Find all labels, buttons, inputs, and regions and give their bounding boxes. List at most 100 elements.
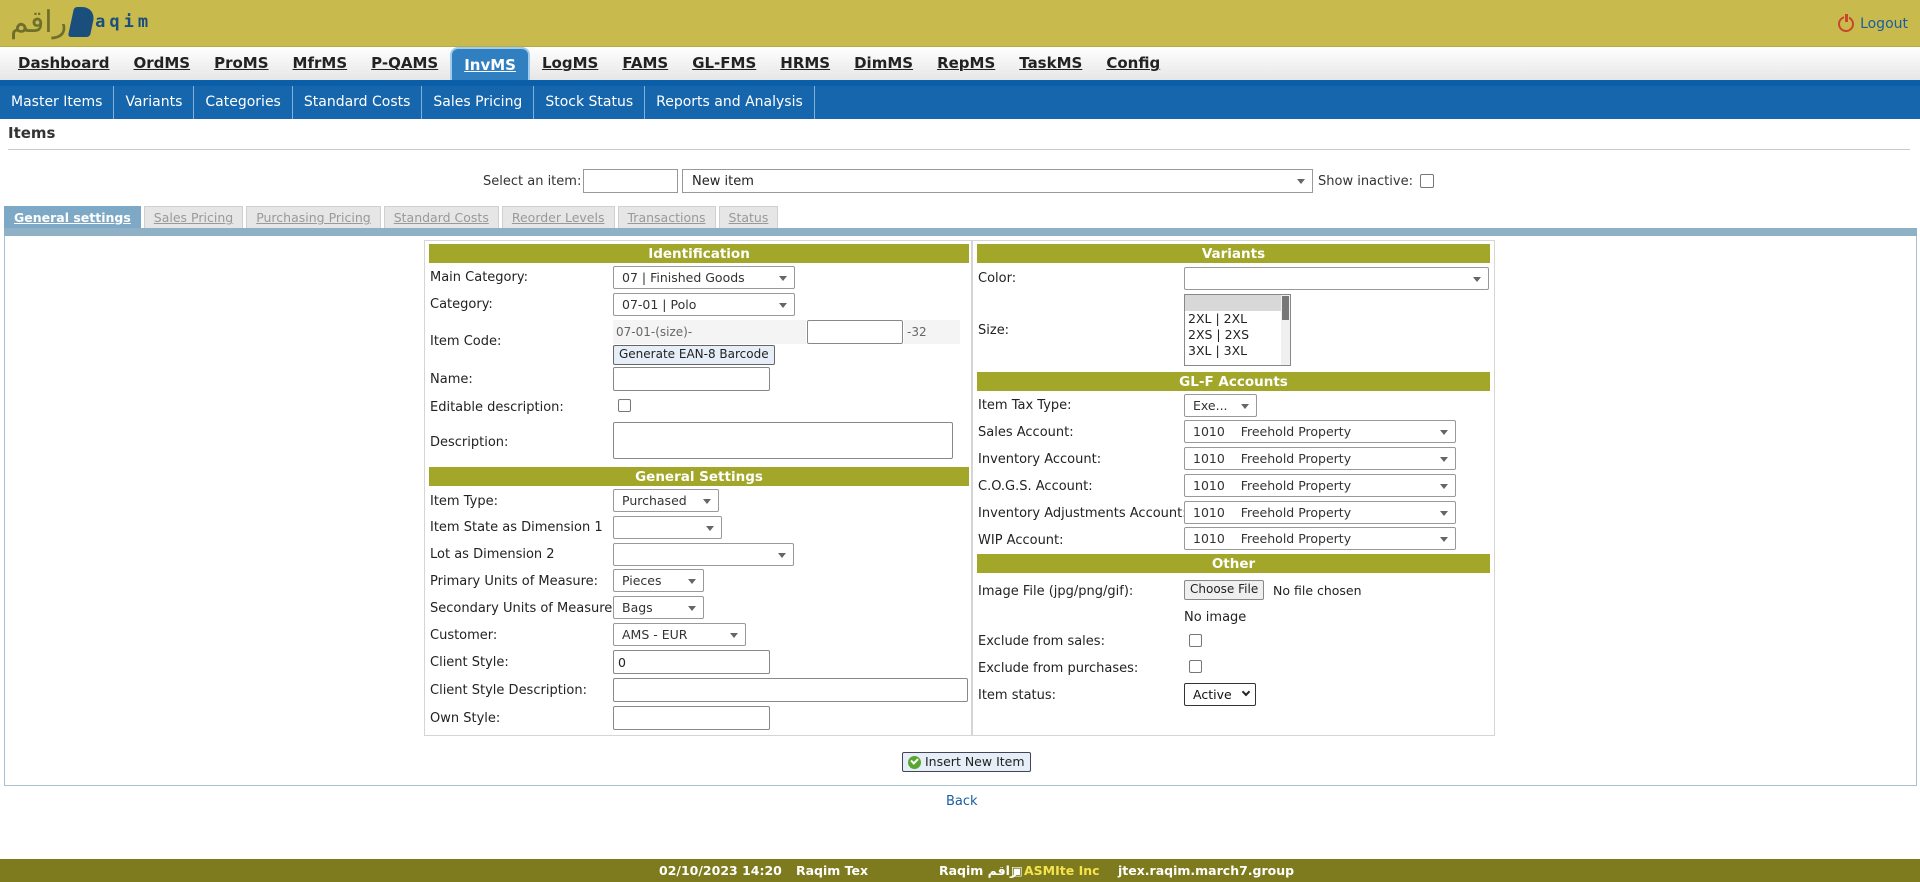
insert-new-item-button[interactable]: Insert New Item bbox=[902, 752, 1031, 772]
item-code-input[interactable] bbox=[807, 320, 903, 344]
tab-reorder-levels[interactable]: Reorder Levels bbox=[501, 206, 615, 228]
logo-latin: aqim bbox=[95, 12, 153, 32]
logout-link[interactable]: Logout bbox=[1838, 13, 1908, 32]
category-select[interactable]: 07-01 | Polo bbox=[613, 293, 795, 316]
wip-account-select[interactable]: 1010 Freehold Property bbox=[1184, 527, 1456, 550]
description-label: Description: bbox=[430, 435, 509, 450]
adjustments-account-select[interactable]: 1010 Freehold Property bbox=[1184, 501, 1456, 524]
image-file-label: Image File (jpg/png/gif): bbox=[978, 584, 1134, 599]
nav-dashboard[interactable]: Dashboard bbox=[6, 47, 121, 80]
tax-type-select[interactable]: Exe... bbox=[1184, 394, 1257, 417]
description-textarea[interactable] bbox=[613, 422, 953, 459]
primary-uom-value: Pieces bbox=[622, 573, 662, 588]
secondary-uom-value: Bags bbox=[622, 600, 653, 615]
nav-proms[interactable]: ProMS bbox=[202, 47, 280, 80]
item-select-dropdown[interactable]: New item bbox=[682, 169, 1313, 193]
nav-dimms[interactable]: DimMS bbox=[842, 47, 925, 80]
nav-mfrms[interactable]: MfrMS bbox=[281, 47, 360, 80]
own-style-input[interactable] bbox=[613, 706, 770, 730]
chevron-down-icon bbox=[703, 499, 711, 504]
nav-taskms[interactable]: TaskMS bbox=[1007, 47, 1094, 80]
insert-new-item-label: Insert New Item bbox=[925, 754, 1025, 769]
item-select-value: New item bbox=[692, 174, 754, 189]
client-style-label: Client Style: bbox=[430, 655, 509, 670]
chevron-down-icon bbox=[1440, 484, 1448, 489]
generate-barcode-button[interactable]: Generate EAN-8 Barcode bbox=[613, 345, 775, 365]
nav-config[interactable]: Config bbox=[1094, 47, 1172, 80]
subnav-stock-status[interactable]: Stock Status bbox=[534, 86, 646, 119]
tab-purchasing-pricing[interactable]: Purchasing Pricing bbox=[246, 206, 381, 228]
name-input[interactable] bbox=[613, 367, 770, 391]
size-option[interactable]: 2XL | 2XL bbox=[1185, 311, 1290, 327]
main-category-select[interactable]: 07 | Finished Goods bbox=[613, 266, 795, 289]
chevron-down-icon bbox=[706, 526, 714, 531]
client-style-description-input[interactable] bbox=[613, 678, 968, 702]
subnav-reports[interactable]: Reports and Analysis bbox=[645, 86, 815, 119]
subnav-sales-pricing[interactable]: Sales Pricing bbox=[422, 86, 535, 119]
chevron-down-icon bbox=[688, 606, 696, 611]
customer-label: Customer: bbox=[430, 628, 498, 643]
exclude-purchases-checkbox[interactable] bbox=[1189, 660, 1202, 673]
secondary-uom-label: Secondary Units of Measure: bbox=[430, 601, 617, 616]
primary-uom-select[interactable]: Pieces bbox=[613, 569, 704, 592]
footer-host: jtex.raqim.march7.group bbox=[1118, 863, 1295, 878]
tab-general-settings[interactable]: General settings bbox=[4, 206, 141, 228]
tab-sales-pricing[interactable]: Sales Pricing bbox=[143, 206, 244, 228]
tax-type-label: Item Tax Type: bbox=[978, 398, 1072, 413]
show-inactive-checkbox[interactable] bbox=[1420, 174, 1434, 188]
section-other: Other bbox=[976, 553, 1491, 574]
inventory-account-select[interactable]: 1010 Freehold Property bbox=[1184, 447, 1456, 470]
size-option[interactable]: 2XS | 2XS bbox=[1185, 327, 1290, 343]
subnav-master-items[interactable]: Master Items bbox=[0, 86, 115, 119]
chevron-down-icon bbox=[1440, 537, 1448, 542]
exclude-sales-checkbox[interactable] bbox=[1189, 634, 1202, 647]
item-status-value: Active bbox=[1193, 687, 1232, 702]
tab-bar bbox=[4, 228, 1917, 236]
client-style-input[interactable]: 0 bbox=[613, 650, 770, 674]
sales-account-label: Sales Account: bbox=[978, 425, 1074, 440]
nav-invms[interactable]: InvMS bbox=[450, 47, 530, 80]
subnav-variants[interactable]: Variants bbox=[114, 86, 195, 119]
chevron-down-icon bbox=[688, 579, 696, 584]
nav-repms[interactable]: RepMS bbox=[925, 47, 1007, 80]
subnav-categories[interactable]: Categories bbox=[194, 86, 293, 119]
footer-vendor-link[interactable]: ASMIte Inc bbox=[1024, 863, 1100, 878]
size-option[interactable] bbox=[1185, 295, 1290, 311]
item-status-select[interactable]: Active bbox=[1184, 683, 1256, 706]
nav-ordms[interactable]: OrdMS bbox=[121, 47, 202, 80]
title-divider bbox=[8, 149, 1910, 150]
sales-account-select[interactable]: 1010 Freehold Property bbox=[1184, 420, 1456, 443]
color-select[interactable] bbox=[1184, 267, 1489, 290]
tab-status[interactable]: Status bbox=[718, 206, 779, 228]
item-state-select[interactable] bbox=[613, 516, 722, 539]
item-code-search-input[interactable] bbox=[583, 169, 678, 193]
account-name: Freehold Property bbox=[1240, 451, 1352, 466]
no-image-text: No image bbox=[1184, 610, 1247, 625]
logo-arabic: راقم bbox=[10, 4, 68, 40]
app-logo[interactable]: راقم aqim bbox=[10, 4, 152, 40]
subnav-standard-costs[interactable]: Standard Costs bbox=[293, 86, 423, 119]
item-type-select[interactable]: Purchased bbox=[613, 489, 719, 512]
back-link[interactable]: Back bbox=[946, 794, 978, 809]
size-listbox[interactable]: 2XL | 2XL 2XS | 2XS 3XL | 3XL bbox=[1184, 294, 1291, 366]
cogs-account-select[interactable]: 1010 Freehold Property bbox=[1184, 474, 1456, 497]
secondary-uom-select[interactable]: Bags bbox=[613, 596, 704, 619]
nav-hrms[interactable]: HRMS bbox=[768, 47, 842, 80]
nav-logms[interactable]: LogMS bbox=[530, 47, 610, 80]
size-scrollbar[interactable] bbox=[1281, 295, 1290, 365]
tab-standard-costs[interactable]: Standard Costs bbox=[383, 206, 499, 228]
footer: 02/10/2023 14:20 Raqim Tex Raqim راقم ▣ … bbox=[0, 859, 1920, 882]
show-inactive-label: Show inactive: bbox=[1318, 174, 1413, 189]
editable-description-checkbox[interactable] bbox=[618, 399, 631, 412]
nav-pqams[interactable]: P-QAMS bbox=[359, 47, 450, 80]
size-option[interactable]: 3XL | 3XL bbox=[1185, 343, 1290, 359]
nav-glfms[interactable]: GL-FMS bbox=[680, 47, 768, 80]
lot-select[interactable] bbox=[613, 543, 794, 566]
tab-transactions[interactable]: Transactions bbox=[617, 206, 716, 228]
account-name: Freehold Property bbox=[1240, 424, 1352, 439]
choose-file-button[interactable]: Choose File bbox=[1184, 580, 1265, 600]
lot-label: Lot as Dimension 2 bbox=[430, 547, 555, 562]
customer-select[interactable]: AMS - EUR bbox=[613, 623, 746, 646]
nav-fams[interactable]: FAMS bbox=[610, 47, 680, 80]
section-variants: Variants bbox=[976, 243, 1491, 264]
